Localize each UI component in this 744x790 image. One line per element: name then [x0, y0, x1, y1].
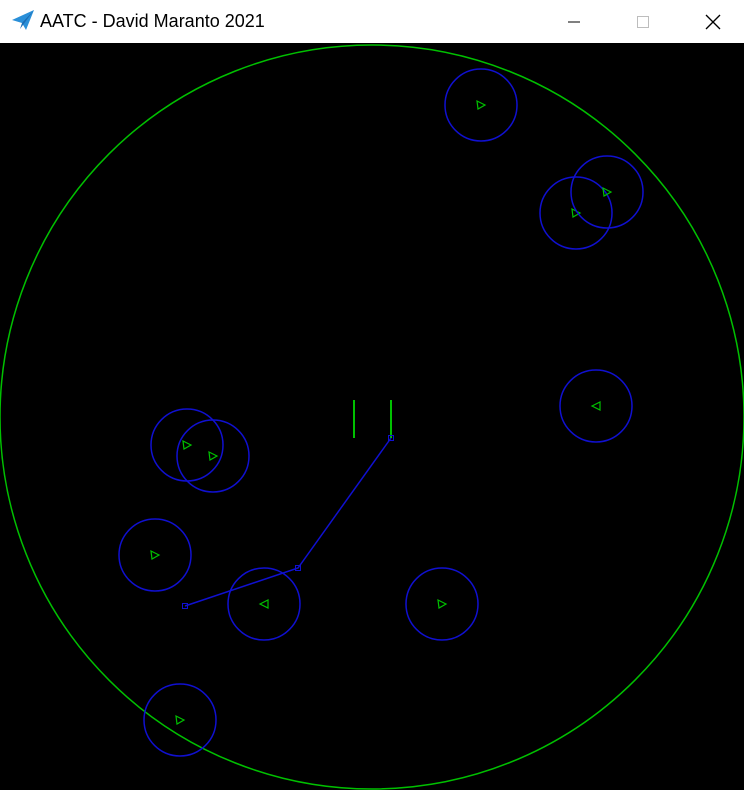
- aircraft-marker[interactable]: [208, 450, 219, 461]
- separation-ring: [143, 683, 217, 757]
- aircraft-marker[interactable]: [437, 598, 448, 609]
- radar-boundary: [0, 44, 744, 790]
- separation-ring: [444, 68, 518, 142]
- route-line: [184, 437, 392, 607]
- close-button[interactable]: [690, 0, 736, 43]
- maximize-button[interactable]: [620, 0, 666, 43]
- close-icon: [705, 14, 721, 29]
- aircraft-marker[interactable]: [182, 439, 193, 450]
- aircraft-marker[interactable]: [590, 401, 601, 411]
- maximize-icon: [637, 15, 649, 28]
- separation-ring: [405, 567, 479, 641]
- aircraft-marker[interactable]: [175, 714, 186, 725]
- aircraft-marker[interactable]: [258, 599, 269, 609]
- aircraft-marker[interactable]: [476, 99, 487, 110]
- title-bar[interactable]: AATC - David Maranto 2021: [0, 0, 744, 43]
- separation-ring: [570, 155, 644, 229]
- aircraft-marker[interactable]: [602, 186, 613, 197]
- minimize-icon: [568, 21, 580, 22]
- paper-plane-icon: [12, 10, 34, 30]
- separation-ring: [118, 518, 192, 592]
- separation-ring: [176, 419, 250, 493]
- window-title: AATC - David Maranto 2021: [40, 11, 265, 31]
- aircraft-marker[interactable]: [150, 549, 161, 560]
- separation-ring: [559, 369, 633, 443]
- radar-svg[interactable]: [0, 43, 744, 790]
- separation-ring: [539, 176, 613, 250]
- app-window: AATC - David Maranto 2021: [0, 0, 744, 790]
- radar-canvas[interactable]: [0, 43, 744, 790]
- minimize-button[interactable]: [551, 0, 597, 43]
